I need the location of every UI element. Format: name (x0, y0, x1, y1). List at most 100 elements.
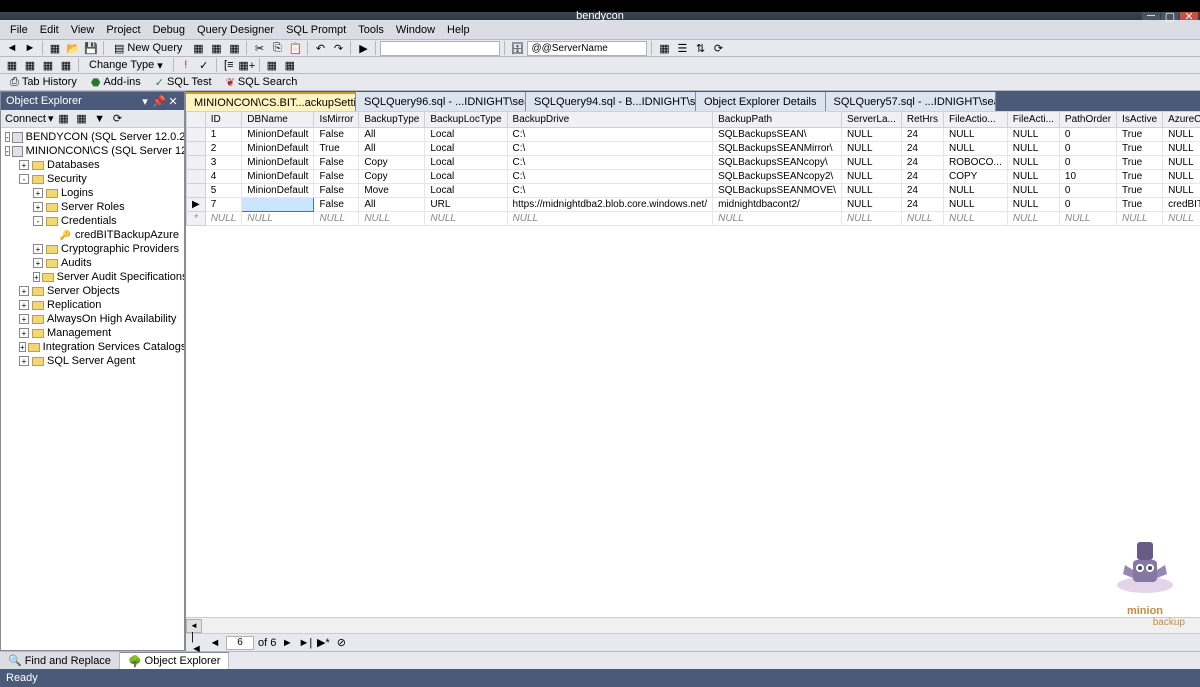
grid-cell[interactable]: NULL (1007, 156, 1059, 170)
grid-cell[interactable]: NULL (841, 128, 901, 142)
grid-cell[interactable]: NULL (359, 212, 425, 226)
row-selector[interactable] (187, 170, 206, 184)
document-tab[interactable]: SQLQuery94.sql - B...IDNIGHT\sean (54))* (526, 92, 696, 111)
redo-icon[interactable]: ↷ (330, 41, 346, 56)
oe-stop-icon[interactable]: ▦ (74, 111, 90, 126)
grid-cell[interactable]: Local (425, 170, 507, 184)
tree-node[interactable]: -Security (1, 172, 184, 186)
results-grid[interactable]: IDDBNameIsMirrorBackupTypeBackupLocTypeB… (186, 111, 1200, 226)
grid-cell[interactable]: False (314, 156, 359, 170)
grid-cell[interactable]: NULL (841, 212, 901, 226)
expand-icon[interactable]: + (33, 188, 43, 198)
grid-cell[interactable]: C:\ (507, 184, 713, 198)
grid-cell[interactable]: ROBOCO... (943, 156, 1007, 170)
collapse-icon[interactable]: - (33, 216, 43, 226)
grid-cell[interactable]: False (314, 170, 359, 184)
grid-cell[interactable]: Local (425, 128, 507, 142)
grid-cell[interactable]: 24 (901, 156, 943, 170)
collapse-icon[interactable]: - (5, 132, 10, 142)
grid-cell[interactable]: NULL (1163, 184, 1200, 198)
column-header[interactable]: AzureCredential (1163, 112, 1200, 128)
grid-cell[interactable]: 0 (1059, 184, 1116, 198)
table-row[interactable]: 2MinionDefaultTrueAllLocalC:\SQLBackupsS… (187, 142, 1200, 156)
grid-cell[interactable]: 24 (901, 142, 943, 156)
grid-cell[interactable]: 0 (1059, 156, 1116, 170)
sort-icon[interactable]: ⇅ (692, 41, 708, 56)
grid-cell[interactable]: NULL (1163, 170, 1200, 184)
cut-icon[interactable]: ✂ (251, 41, 267, 56)
grid-cell[interactable]: NULL (841, 156, 901, 170)
collapse-icon[interactable]: - (5, 146, 10, 156)
grid-cell[interactable]: NULL (1163, 142, 1200, 156)
grid-cell[interactable]: COPY (943, 170, 1007, 184)
grid-cell[interactable]: NULL (1007, 128, 1059, 142)
grid-cell[interactable]: True (1117, 128, 1163, 142)
document-tab[interactable]: MINIONCON\CS.BIT...ackupSettingsPath✕ (186, 92, 356, 111)
object-explorer-tree[interactable]: -BENDYCON (SQL Server 12.0.2000 - MIDNIG… (1, 128, 184, 650)
tree-node[interactable]: +SQL Server Agent (1, 354, 184, 368)
menu-debug[interactable]: Debug (147, 22, 191, 38)
grid-cell[interactable]: NULL (841, 170, 901, 184)
grid-cell[interactable]: midnightdbacont2/ (713, 198, 842, 212)
save-icon[interactable]: 💾 (83, 41, 99, 56)
document-tab[interactable]: Object Explorer Details (696, 92, 826, 111)
grid-cell[interactable]: 24 (901, 184, 943, 198)
grid-cell[interactable]: NULL (1117, 212, 1163, 226)
nav-prev-icon[interactable]: ◄ (208, 636, 222, 650)
grid-cell[interactable]: True (1117, 170, 1163, 184)
diagram-icon[interactable]: ▦ (22, 58, 38, 73)
grid-cell[interactable]: 5 (205, 184, 242, 198)
grid-cell[interactable]: NULL (1163, 156, 1200, 170)
grid-cell[interactable]: NULL (1163, 212, 1200, 226)
grid-cell[interactable]: True (1117, 142, 1163, 156)
grid-cell[interactable]: C:\ (507, 156, 713, 170)
grid-cell[interactable]: NULL (1007, 170, 1059, 184)
menu-file[interactable]: File (4, 22, 34, 38)
grid-cell[interactable]: 1 (205, 128, 242, 142)
tree-node[interactable]: -MINIONCON\CS (SQL Server 12.0.2000 - MI… (1, 144, 184, 158)
column-header[interactable]: BackupDrive (507, 112, 713, 128)
forward-button[interactable]: ► (22, 41, 38, 56)
column-header[interactable]: DBName (242, 112, 314, 128)
expand-icon[interactable]: + (19, 300, 29, 310)
paste-icon[interactable]: 📋 (287, 41, 303, 56)
play-icon[interactable]: ▶ (355, 41, 371, 56)
database-combo[interactable] (380, 41, 500, 56)
grid-cell[interactable]: 0 (1059, 128, 1116, 142)
tree-node[interactable]: +Cryptographic Providers (1, 242, 184, 256)
open-icon[interactable]: 📂 (65, 41, 81, 56)
verify-icon[interactable]: ✓ (196, 58, 212, 73)
grid-cell[interactable]: NULL (314, 212, 359, 226)
grid-cell[interactable]: True (314, 142, 359, 156)
grid-cell[interactable]: 7 (205, 198, 242, 212)
row-selector[interactable]: * (187, 212, 206, 226)
grid-cell[interactable]: All (359, 142, 425, 156)
add-table-icon[interactable]: ▦+ (239, 58, 255, 73)
grid-cell[interactable]: MinionDefault (242, 156, 314, 170)
row-selector[interactable] (187, 184, 206, 198)
grid-cell[interactable]: NULL (943, 198, 1007, 212)
db2-icon[interactable]: ▦ (208, 41, 224, 56)
opt2-icon[interactable]: ▦ (282, 58, 298, 73)
expand-icon[interactable]: + (33, 258, 43, 268)
grid-cell[interactable]: 0 (1059, 198, 1116, 212)
oe-refresh-icon[interactable]: ⟳ (110, 111, 126, 126)
column-header[interactable]: FileActio... (943, 112, 1007, 128)
table-row[interactable]: 1MinionDefaultFalseAllLocalC:\SQLBackups… (187, 128, 1200, 142)
list-icon[interactable]: ☰ (674, 41, 690, 56)
grid-cell[interactable]: False (314, 128, 359, 142)
nav-new-icon[interactable]: ▶* (316, 636, 330, 650)
grid-cell[interactable]: NULL (841, 198, 901, 212)
grid-cell[interactable]: SQLBackupsSEANcopy2\ (713, 170, 842, 184)
grid-cell[interactable]: 0 (1059, 142, 1116, 156)
tree-node[interactable]: +AlwaysOn High Availability (1, 312, 184, 326)
grid-cell[interactable]: 3 (205, 156, 242, 170)
grid-cell[interactable]: MinionDefault (242, 170, 314, 184)
menu-view[interactable]: View (65, 22, 101, 38)
oe-filter-icon[interactable]: ▼ (92, 111, 108, 126)
nav-last-icon[interactable]: ►| (298, 636, 312, 650)
menu-query-designer[interactable]: Query Designer (191, 22, 280, 38)
grid-cell[interactable]: 24 (901, 170, 943, 184)
opt1-icon[interactable]: ▦ (264, 58, 280, 73)
row-selector[interactable] (187, 128, 206, 142)
